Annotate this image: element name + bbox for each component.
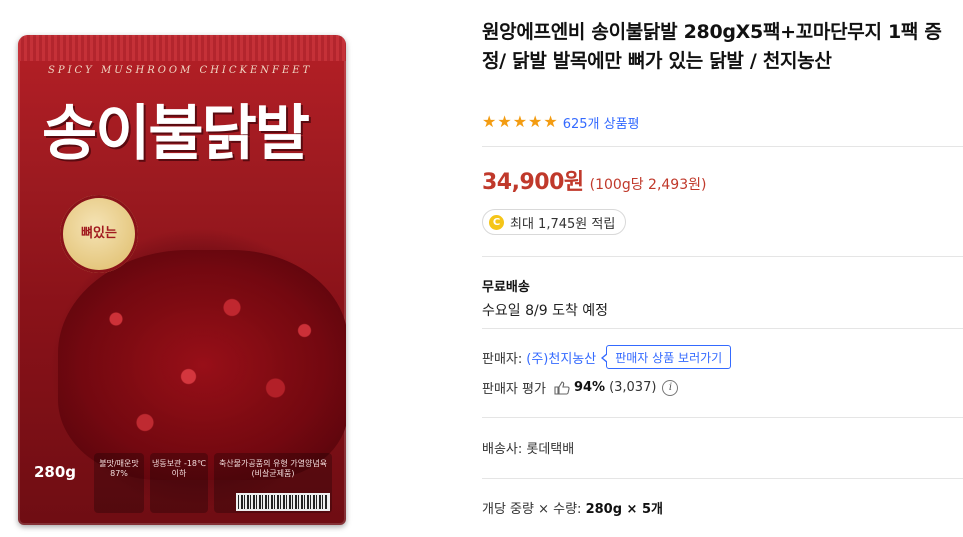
product-image[interactable]: SPICY MUSHROOM CHICKENFEET 송이불닭발 뼈있는 280… — [18, 35, 346, 525]
thumbs-up-icon — [554, 380, 570, 395]
price-row: 34,900원 (100g당 2,493원) — [482, 164, 706, 196]
seller-products-button[interactable]: 판매자 상품 보러가기 — [601, 345, 732, 369]
package-brand: 송이불닭발 — [42, 99, 310, 169]
divider — [482, 478, 963, 479]
divider — [482, 328, 963, 329]
seller-name-link[interactable]: (주)천지농산 — [526, 348, 596, 367]
package-food-illustration — [58, 250, 346, 480]
package-subtitle: SPICY MUSHROOM CHICKENFEET — [48, 65, 313, 76]
package-info-a: 불맛/매운맛 87% — [94, 453, 144, 513]
shipping-type: 무료배송 — [482, 280, 530, 295]
package-info-b: 냉동보관 -18℃이하 — [150, 453, 208, 513]
seller-row: 판매자: (주)천지농산 판매자 상품 보러가기 — [482, 345, 732, 369]
star-icon: ★ — [482, 112, 497, 131]
seller-rating-row: 판매자 평가 94% (3,037) i — [482, 378, 679, 397]
carrier-info: 배송사: 롯데택배 — [482, 442, 575, 457]
product-detail-panel: 원앙에프엔비 송이불닭발 280gX5팩+꼬마단무지 1팩 증정/ 닭발 발목에… — [482, 0, 963, 537]
reward-text: 최대 1,745원 적립 — [510, 216, 616, 232]
info-icon[interactable]: i — [662, 379, 679, 396]
package-barcode — [236, 493, 330, 511]
star-icon: ★ — [512, 112, 528, 131]
reward-badge[interactable]: C 최대 1,745원 적립 — [482, 209, 627, 235]
unit-price: (100g당 2,493원) — [589, 177, 707, 193]
sale-price: 34,900원 — [482, 170, 584, 195]
product-title: 원앙에프엔비 송이불닭발 280gX5팩+꼬마단무지 1팩 증정/ 닭발 발목에… — [482, 21, 942, 72]
delivery-eta: 수요일 8/9 도착 예정 — [482, 303, 609, 319]
spec-label: 개당 중량 × 수량: — [482, 502, 582, 517]
seller-label: 판매자: — [482, 351, 523, 367]
review-count-link[interactable]: 625개 상품평 — [563, 113, 640, 132]
package-weight: 280g — [34, 463, 77, 481]
seller-rating-percent: 94% — [573, 380, 606, 395]
product-image-area: SPICY MUSHROOM CHICKENFEET 송이불닭발 뼈있는 280… — [0, 0, 360, 537]
divider — [482, 256, 963, 257]
coin-icon: C — [489, 214, 504, 230]
star-icon: ★ — [497, 112, 512, 131]
package-sticker: 뼈있는 — [60, 195, 138, 273]
seller-rating-label: 판매자 평가 — [482, 382, 546, 397]
star-rating: ★ ★ ★ ★ ★ — [482, 114, 559, 130]
seller-rating-count: (3,037) — [609, 380, 657, 395]
star-icon: ★ — [543, 112, 558, 131]
spec-value: 280g × 5개 — [585, 502, 663, 517]
divider — [482, 146, 963, 147]
rating-row: ★ ★ ★ ★ ★ 625개 상품평 — [482, 112, 640, 132]
star-icon: ★ — [528, 112, 543, 131]
divider — [482, 417, 963, 418]
package-seal — [18, 35, 346, 61]
weight-quantity-spec: 개당 중량 × 수량: 280g × 5개 — [482, 498, 663, 517]
